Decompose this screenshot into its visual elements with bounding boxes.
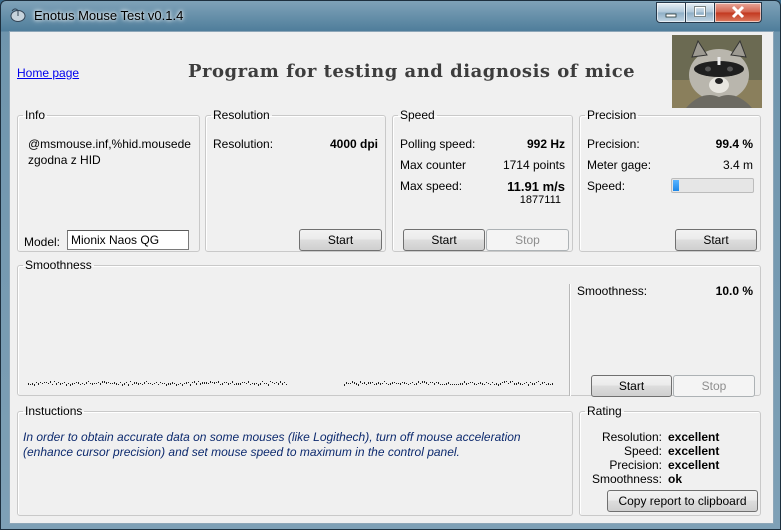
precision-start-button[interactable]: Start: [675, 229, 757, 251]
max-counter-value: 1714 points: [502, 158, 565, 172]
resolution-group: Resolution Resolution: 4000 dpi Start: [205, 108, 386, 252]
device-text-line2: zgodna z HID: [28, 153, 101, 167]
mouse-app-icon: [10, 8, 26, 22]
close-button[interactable]: [714, 2, 762, 23]
precision-speed-label: Speed:: [587, 179, 626, 193]
resolution-value: 4000 dpi: [329, 137, 378, 151]
max-counter-label: Max counter: [400, 158, 467, 172]
home-page-link[interactable]: Home page: [17, 66, 79, 80]
resolution-legend: Resolution: [213, 108, 270, 122]
resolution-start-button[interactable]: Start: [299, 229, 382, 251]
rating-legend: Rating: [587, 404, 622, 418]
speed-group: Speed Polling speed: 992 Hz Max counter …: [392, 108, 573, 252]
polling-speed-label: Polling speed:: [400, 137, 476, 151]
rating-group: Rating Resolution: excellent Speed: exce…: [579, 404, 761, 516]
rating-smoothness-value: ok: [668, 472, 683, 486]
rating-speed-label: Speed:: [623, 444, 662, 458]
device-text-line1: @msmouse.inf,%hid.mousede: [28, 137, 191, 151]
copy-report-button[interactable]: Copy report to clipboard: [607, 490, 758, 512]
instructions-group: Instuctions In order to obtain accurate …: [17, 404, 573, 516]
smoothness-stop-button[interactable]: Stop: [673, 375, 755, 397]
speed-legend: Speed: [400, 108, 435, 122]
model-label: Model:: [24, 235, 61, 249]
title-bar[interactable]: Enotus Mouse Test v0.1.4: [1, 1, 780, 31]
polling-speed-value: 992 Hz: [526, 137, 565, 151]
client-area: Home page Program for testing and diagno…: [9, 31, 774, 524]
speed-start-button[interactable]: Start: [403, 229, 485, 251]
precision-group: Precision Precision: 99.4 % Meter gage: …: [579, 108, 761, 252]
meter-gage-value: 3.4 m: [722, 158, 753, 172]
speed-stop-button[interactable]: Stop: [486, 229, 569, 251]
rating-speed-value: excellent: [668, 444, 720, 458]
meter-gage-label: Meter gage:: [587, 158, 652, 172]
rating-precision-label: Precision:: [609, 458, 662, 472]
rating-smoothness-label: Smoothness:: [591, 472, 662, 486]
speed-progress-bar: [671, 178, 754, 193]
info-group: Info @msmouse.inf,%hid.mousede zgodna z …: [17, 108, 200, 252]
rating-precision-value: excellent: [668, 458, 720, 472]
smoothness-start-button[interactable]: Start: [591, 375, 672, 397]
smoothness-group: Smoothness Smoothness: 10.0 % Start Stop: [17, 258, 761, 397]
raccoon-photo: [672, 35, 762, 108]
resolution-label: Resolution:: [213, 137, 274, 151]
precision-legend: Precision: [587, 108, 637, 122]
maximize-button[interactable]: [685, 2, 715, 23]
precision-label: Precision:: [587, 137, 640, 151]
smoothness-value: 10.0 %: [715, 284, 753, 298]
smoothness-divider: [569, 284, 570, 396]
smoothness-label: Smoothness:: [577, 284, 648, 298]
precision-value: 99.4 %: [715, 137, 753, 151]
instructions-legend: Instuctions: [25, 404, 83, 418]
close-icon: [731, 5, 745, 19]
speed-progress-fill: [673, 180, 679, 191]
app-window: Enotus Mouse Test v0.1.4 Home page Progr…: [0, 0, 781, 530]
minimize-button[interactable]: [656, 2, 686, 23]
model-input[interactable]: [67, 230, 189, 250]
info-legend: Info: [25, 108, 46, 122]
max-speed-raw: 1877111: [519, 194, 561, 206]
page-heading: Program for testing and diagnosis of mic…: [188, 61, 636, 82]
max-speed-label: Max speed:: [400, 179, 463, 193]
instructions-text: In order to obtain accurate data on some…: [23, 430, 563, 460]
smoothness-trace: [28, 381, 553, 386]
smoothness-legend: Smoothness: [25, 258, 92, 272]
instructions-line1: In order to obtain accurate data on some…: [23, 430, 521, 444]
rating-resolution-label: Resolution:: [601, 430, 662, 444]
instructions-line2: (enhance cursor precision) and set mouse…: [23, 445, 460, 459]
rating-resolution-value: excellent: [668, 430, 720, 444]
max-speed-value: 11.91 m/s: [507, 179, 565, 194]
window-title: Enotus Mouse Test v0.1.4: [34, 8, 184, 23]
maximize-icon: [693, 5, 707, 18]
minimize-icon: [665, 13, 677, 18]
